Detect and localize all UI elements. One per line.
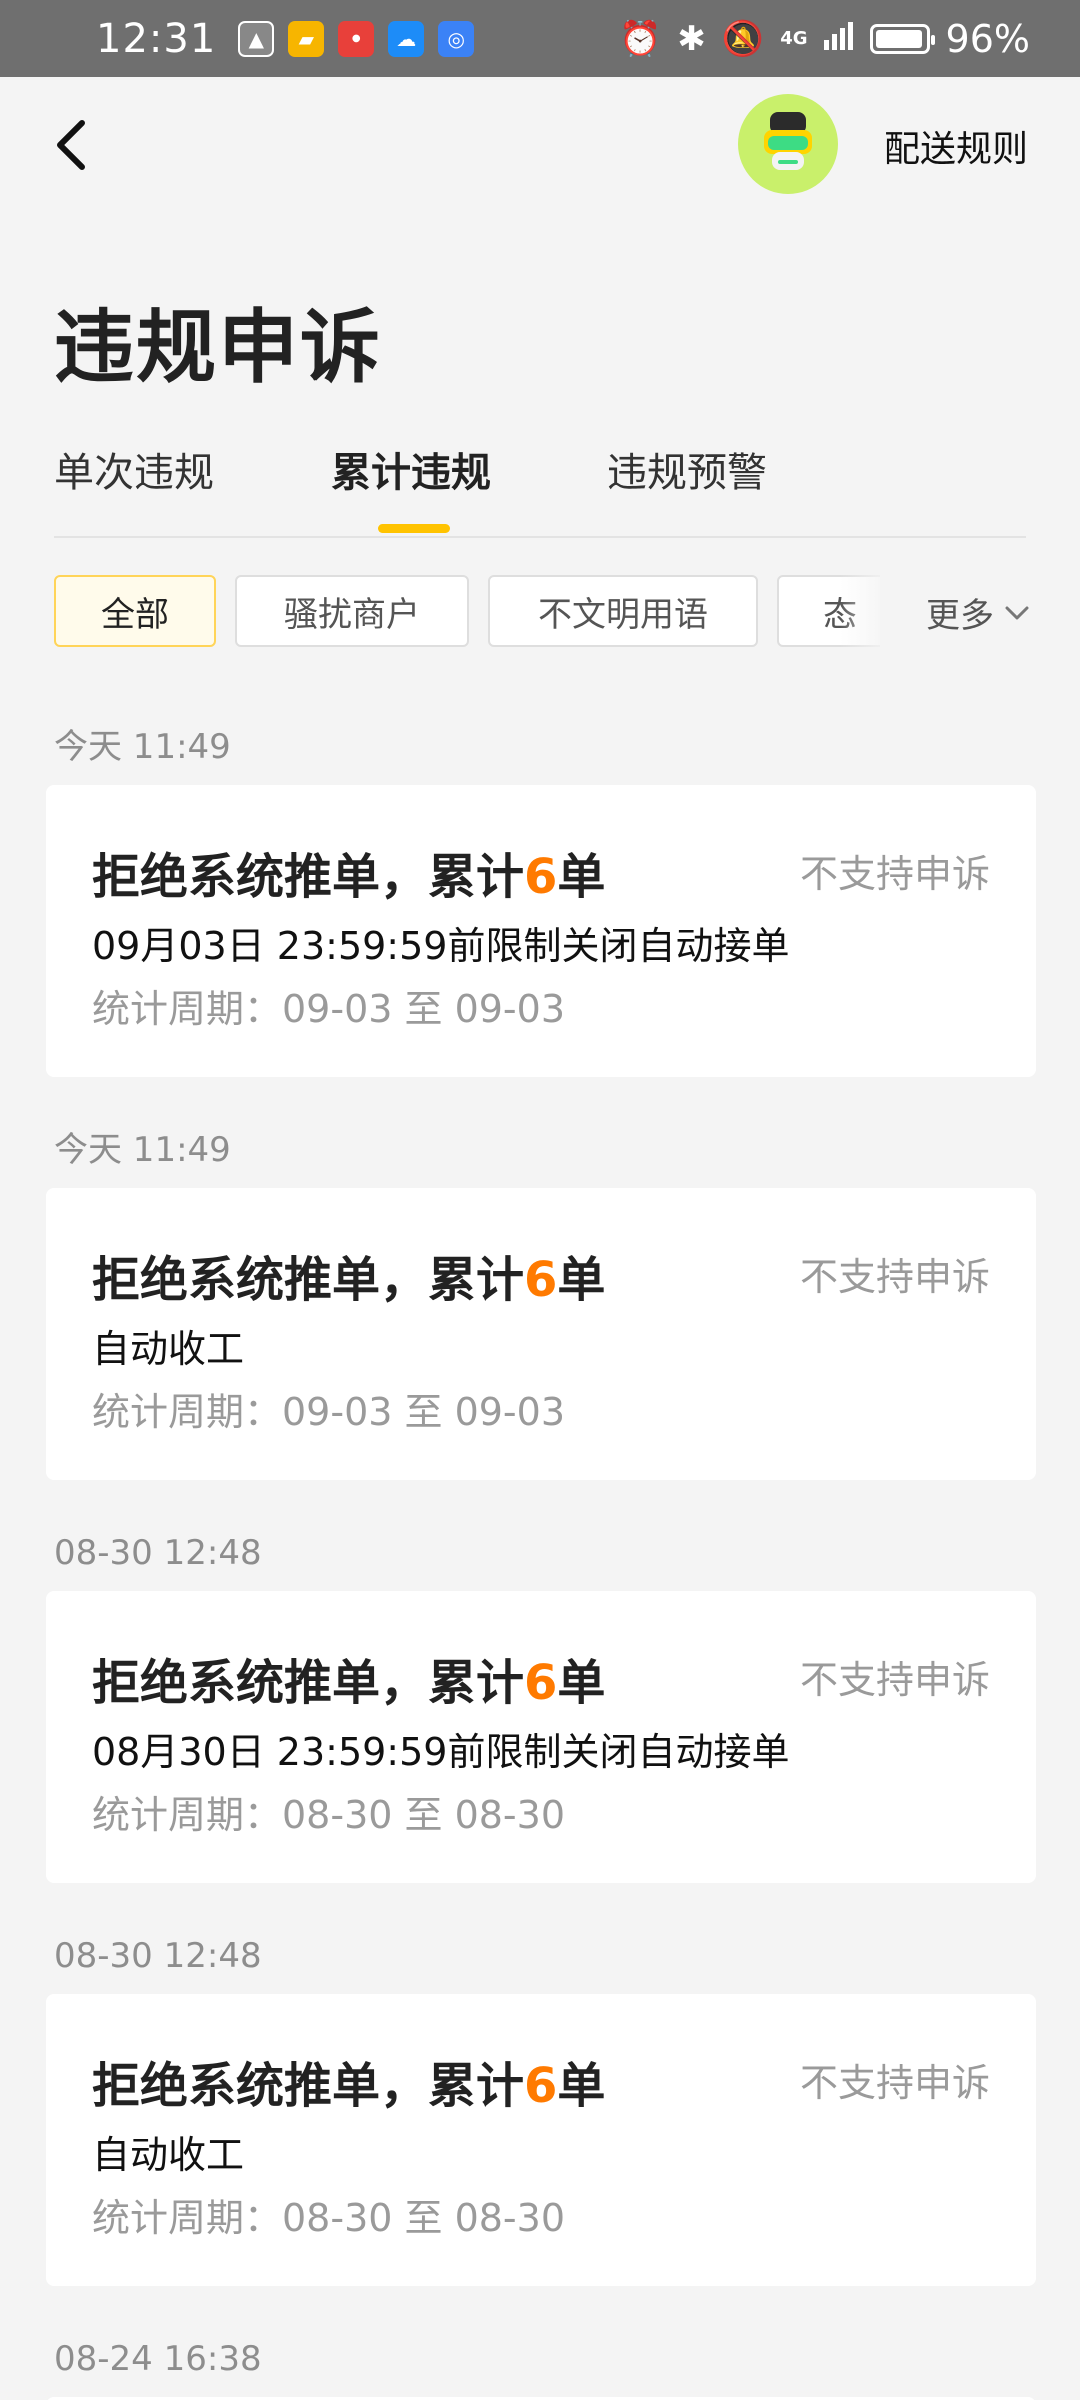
violation-count: 6 — [524, 1252, 558, 1308]
stat-period: 统计周期：08-30 至 08-30 — [92, 2196, 565, 2240]
appeal-status: 不支持申诉 — [799, 2061, 990, 2105]
status-time: 12:31 — [96, 15, 217, 62]
violation-list: 今天 11:49 拒绝系统推单，累计6单 不支持申诉 09月03日 23:59:… — [46, 720, 1036, 2400]
record-date: 08-30 12:48 — [54, 1936, 262, 1976]
stat-period: 统计周期：09-03 至 09-03 — [92, 1390, 565, 1434]
tab-bar: 单次违规 累计违规 违规预警 — [54, 440, 1026, 538]
avatar[interactable] — [738, 94, 838, 194]
robot-rider-icon — [764, 112, 812, 170]
penalty-description: 08月30日 23:59:59前限制关闭自动接单 — [92, 1730, 790, 1774]
stat-period: 统计周期：08-30 至 08-30 — [92, 1793, 565, 1837]
appeal-status: 不支持申诉 — [799, 1255, 990, 1299]
chips-fade — [840, 560, 890, 660]
alarm-icon: ⏰ — [619, 18, 662, 59]
back-button[interactable] — [52, 110, 100, 180]
violation-card[interactable]: 拒绝系统推单，累计6单 不支持申诉 09月03日 23:59:59前限制关闭自动… — [46, 785, 1036, 1077]
gallery-app-icon: ▲ — [238, 20, 275, 57]
battery-fill — [875, 29, 922, 48]
appeal-status: 不支持申诉 — [799, 852, 990, 896]
browser-app-icon: ◎ — [438, 20, 475, 57]
bluetooth-icon: ✱ — [677, 18, 706, 59]
status-bar: 12:31 ▲ ▰ ● ☁ ◎ ⏰ ✱ 🔕 4G 96% — [0, 0, 1080, 77]
card-title: 拒绝系统推单，累计6单 — [92, 1252, 606, 1308]
battery-percentage: 96% — [945, 16, 1030, 61]
weather-app-icon: ☁ — [388, 20, 425, 57]
violation-count: 6 — [524, 2058, 558, 2114]
tab-single-violation[interactable]: 单次违规 — [54, 440, 214, 498]
filter-chip-uncivil-language[interactable]: 不文明用语 — [488, 575, 758, 647]
chevron-left-icon — [57, 120, 85, 170]
violation-card[interactable]: 拒绝系统推单，累计6单 不支持申诉 08月30日 23:59:59前限制关闭自动… — [46, 1591, 1036, 1883]
violation-card[interactable]: 拒绝系统推单，累计6单 不支持申诉 自动收工 统计周期：09-03 至 09-0… — [46, 1188, 1036, 1480]
record-date: 08-24 16:38 — [54, 2339, 262, 2379]
appeal-status: 不支持申诉 — [799, 1658, 990, 1702]
penalty-description: 自动收工 — [92, 1327, 245, 1371]
network-label: 4G — [780, 28, 808, 49]
mute-icon: 🔕 — [721, 18, 765, 59]
delivery-app-icon: ▰ — [288, 20, 325, 57]
battery-icon — [869, 23, 935, 54]
record-date: 今天 11:49 — [54, 727, 231, 767]
violation-count: 6 — [524, 1655, 558, 1711]
tab-cumulative-violation[interactable]: 累计违规 — [331, 440, 491, 498]
status-app-icons: ▲ ▰ ● ☁ ◎ — [238, 20, 475, 57]
filter-chips: 全部 骚扰商户 不文明用语 态 — [54, 575, 880, 647]
card-title: 拒绝系统推单，累计6单 — [92, 1655, 606, 1711]
card-title: 拒绝系统推单，累计6单 — [92, 849, 606, 905]
penalty-description: 09月03日 23:59:59前限制关闭自动接单 — [92, 924, 790, 968]
huawei-app-icon: ● — [338, 20, 375, 57]
stat-period: 统计周期：09-03 至 09-03 — [92, 987, 565, 1031]
page-title: 违规申诉 — [54, 301, 382, 394]
signal-icon — [823, 19, 854, 59]
tab-violation-warning[interactable]: 违规预警 — [607, 440, 767, 498]
card-title: 拒绝系统推单，累计6单 — [92, 2058, 606, 2114]
violation-card[interactable]: 拒绝系统推单，累计6单 不支持申诉 自动收工 统计周期：08-30 至 08-3… — [46, 1994, 1036, 2286]
violation-count: 6 — [524, 849, 558, 905]
filter-chip-harass-merchant[interactable]: 骚扰商户 — [235, 575, 469, 647]
filter-chip-all[interactable]: 全部 — [54, 575, 216, 647]
record-date: 08-30 12:48 — [54, 1533, 262, 1573]
more-filters-label: 更多 — [926, 596, 994, 636]
penalty-description: 自动收工 — [92, 2133, 245, 2177]
more-filters-button[interactable]: 更多 — [926, 588, 1030, 637]
active-tab-indicator — [378, 524, 450, 533]
delivery-rules-link[interactable]: 配送规则 — [884, 120, 1028, 172]
record-date: 今天 11:49 — [54, 1130, 231, 1170]
chevron-down-icon — [1005, 606, 1029, 619]
status-indicators: ⏰ ✱ 🔕 4G 96% — [619, 17, 1030, 61]
